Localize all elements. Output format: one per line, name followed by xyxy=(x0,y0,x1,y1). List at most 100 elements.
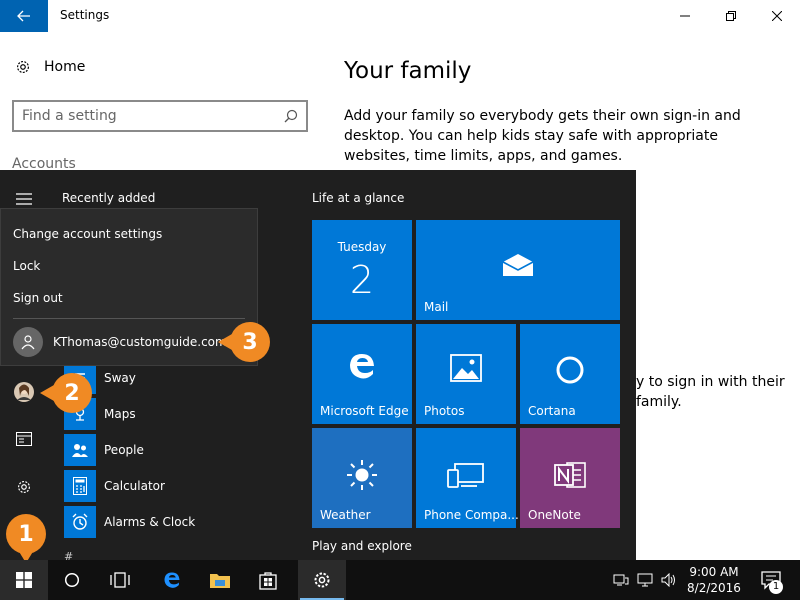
window-title: Settings xyxy=(60,8,110,22)
tile-label: Weather xyxy=(320,508,371,522)
gear-icon xyxy=(17,61,29,73)
folder-icon xyxy=(210,574,230,588)
settings-gear-icon xyxy=(18,481,30,493)
edge-icon xyxy=(164,572,180,588)
switch-user-item[interactable]: KThomas@customguide.com xyxy=(13,327,227,357)
home-nav-item[interactable]: Home xyxy=(14,58,85,76)
close-icon xyxy=(772,11,782,21)
sun-icon xyxy=(312,458,412,492)
app-label: People xyxy=(104,443,144,457)
people-icon xyxy=(64,434,96,466)
display-tray-button[interactable] xyxy=(634,560,656,600)
close-button[interactable] xyxy=(754,0,800,32)
tile-label: Mail xyxy=(424,300,449,314)
restore-button[interactable] xyxy=(708,0,754,32)
search-icon xyxy=(284,109,298,123)
alarm-clock-icon xyxy=(64,506,96,538)
volume-tray-button[interactable] xyxy=(658,560,680,600)
tile-cortana[interactable]: Cortana xyxy=(520,324,620,424)
network-tray-button[interactable] xyxy=(610,560,632,600)
calculator-icon xyxy=(64,470,96,502)
back-arrow-icon xyxy=(17,10,30,22)
lock-item[interactable]: Lock xyxy=(13,259,40,273)
recently-added-heading: Recently added xyxy=(62,191,156,205)
minimize-icon xyxy=(680,15,690,17)
start-button[interactable] xyxy=(0,560,48,600)
flyout-divider xyxy=(13,318,245,319)
clock-time: 9:00 AM xyxy=(689,565,739,579)
notification-count-badge: 1 xyxy=(769,580,783,594)
speaker-icon xyxy=(661,573,675,587)
store-bag-icon xyxy=(259,572,277,590)
cortana-search-button[interactable] xyxy=(48,560,96,600)
tile-mail[interactable]: Mail xyxy=(416,220,620,320)
app-item-alarms-clock[interactable]: Alarms & Clock xyxy=(64,504,195,540)
tile-microsoft-edge[interactable]: Microsoft Edge xyxy=(312,324,412,424)
tile-phone-companion[interactable]: Phone Compa... xyxy=(416,428,519,528)
tile-label: Phone Compa... xyxy=(424,508,519,522)
file-explorer-rail-button[interactable] xyxy=(0,421,48,457)
app-label: Maps xyxy=(104,407,136,421)
search-input[interactable] xyxy=(22,108,284,124)
restore-icon xyxy=(726,11,736,21)
file-explorer-taskbar-button[interactable] xyxy=(196,560,244,600)
cortana-icon xyxy=(520,354,620,386)
settings-taskbar-button[interactable] xyxy=(298,560,346,600)
file-explorer-icon xyxy=(16,432,32,446)
calendar-day: Tuesday xyxy=(337,240,387,254)
edge-icon xyxy=(312,350,412,382)
callout-step-1: 1 xyxy=(6,514,46,554)
user-avatar-icon xyxy=(13,327,43,357)
back-button[interactable] xyxy=(0,0,48,32)
windows-logo-icon xyxy=(16,572,32,588)
edge-taskbar-button[interactable] xyxy=(148,560,196,600)
app-label: Sway xyxy=(104,371,136,385)
tile-weather[interactable]: Weather xyxy=(312,428,412,528)
partial-line-2: family. xyxy=(636,394,682,410)
tile-onenote[interactable]: OneNote xyxy=(520,428,620,528)
app-label: Alarms & Clock xyxy=(104,515,196,529)
callout-pointer-3 xyxy=(218,334,232,350)
app-item-calculator[interactable]: Calculator xyxy=(64,468,195,504)
callout-step-2: 2 xyxy=(52,373,92,413)
app-label: Calculator xyxy=(104,479,165,493)
clock-date: 8/2/2016 xyxy=(687,581,741,595)
tile-calendar[interactable]: Tuesday 2 xyxy=(312,220,412,320)
hamburger-icon xyxy=(16,193,32,205)
callout-step-3: 3 xyxy=(230,322,270,362)
partial-description: y to sign in with their family. xyxy=(636,372,796,412)
settings-rail-button[interactable] xyxy=(0,469,48,505)
change-account-settings-item[interactable]: Change account settings xyxy=(13,227,162,241)
title-bar: Settings xyxy=(0,0,800,32)
task-view-button[interactable] xyxy=(96,560,144,600)
play-and-explore-heading: Play and explore xyxy=(312,539,412,553)
monitor-icon xyxy=(637,573,653,587)
tile-label: Cortana xyxy=(528,404,576,418)
taskbar-clock[interactable]: 9:00 AM 8/2/2016 xyxy=(684,564,744,596)
gear-icon xyxy=(314,572,330,588)
cortana-circle-icon xyxy=(64,572,80,588)
partial-line-1: y to sign in with their xyxy=(636,374,785,390)
page-description: Add your family so everybody gets their … xyxy=(344,108,741,164)
home-label: Home xyxy=(44,59,86,75)
tile-label: Photos xyxy=(424,404,465,418)
sign-out-item[interactable]: Sign out xyxy=(13,291,63,305)
taskbar: 9:00 AM 8/2/2016 1 xyxy=(0,560,800,600)
page-title: Your family xyxy=(344,58,472,84)
tile-label: OneNote xyxy=(528,508,581,522)
minimize-button[interactable] xyxy=(662,0,708,32)
store-taskbar-button[interactable] xyxy=(244,560,292,600)
settings-search-box[interactable] xyxy=(12,100,308,132)
photos-icon xyxy=(416,354,516,382)
action-center-button[interactable]: 1 xyxy=(752,560,792,600)
mail-icon xyxy=(416,252,620,278)
user-photo-icon xyxy=(14,382,34,402)
app-item-people[interactable]: People xyxy=(64,432,195,468)
network-icon xyxy=(613,574,629,586)
user-email: KThomas@customguide.com xyxy=(53,335,227,349)
tile-photos[interactable]: Photos xyxy=(416,324,516,424)
phone-companion-icon xyxy=(416,462,516,488)
tile-label: Microsoft Edge xyxy=(320,404,409,418)
task-view-icon xyxy=(110,572,130,588)
onenote-icon xyxy=(520,458,620,492)
